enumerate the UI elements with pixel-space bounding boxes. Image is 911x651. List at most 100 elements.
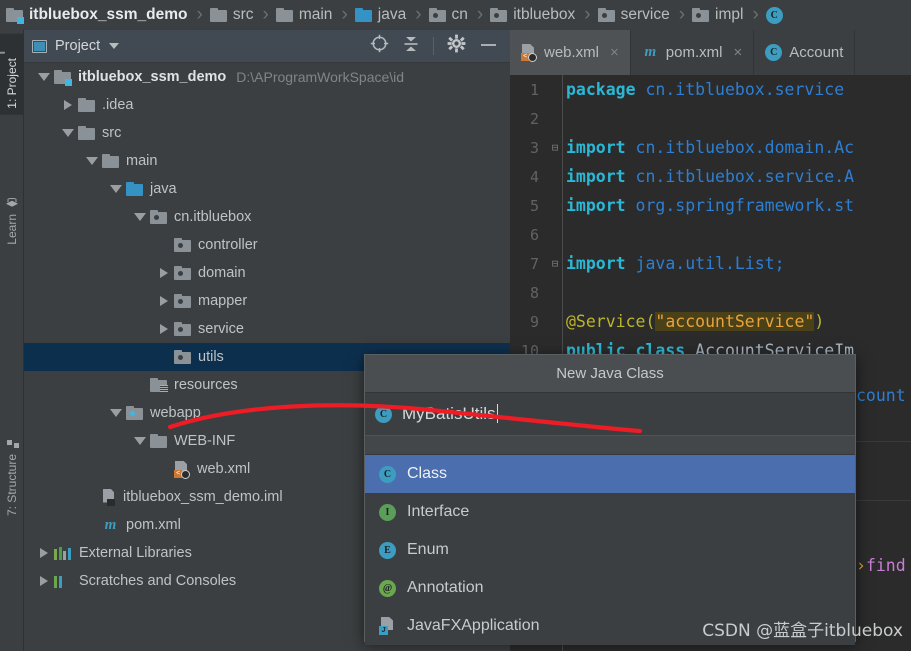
tree-row-icon xyxy=(78,126,95,140)
editor-tab-pom.xml[interactable]: m pom.xml × xyxy=(630,30,755,75)
class-kind-item-enum[interactable]: E Enum xyxy=(365,531,855,569)
code-line: 7 ⊟ import java.util.List; xyxy=(510,249,911,278)
tree-row-icon xyxy=(78,98,95,112)
breadcrumb-item-itbluebox[interactable]: itbluebox xyxy=(490,0,575,30)
rail-button-structure[interactable]: 7: Structure xyxy=(0,430,24,522)
tree-expand-toggle[interactable] xyxy=(58,129,78,137)
rail-button-label: 1: Project xyxy=(5,58,19,109)
chevron-right-icon xyxy=(160,268,168,278)
collapse-all-icon[interactable] xyxy=(402,35,420,58)
folder-resources-icon xyxy=(150,378,168,393)
tree-expand-toggle[interactable] xyxy=(106,185,126,193)
fold-marker[interactable]: ⊟ xyxy=(548,141,562,154)
close-icon[interactable]: × xyxy=(610,44,619,61)
tree-row-icon xyxy=(54,574,72,588)
tree-expand-toggle[interactable] xyxy=(58,100,78,110)
tree-row-label: controller xyxy=(198,237,258,253)
close-icon[interactable]: × xyxy=(733,44,742,61)
folder-package-icon xyxy=(692,8,710,22)
breadcrumb-item-cn[interactable]: cn xyxy=(428,0,468,30)
tree-row-label: webapp xyxy=(150,405,201,421)
code-line: 9 @Service("accountService") xyxy=(510,307,911,336)
chevron-down-icon[interactable] xyxy=(109,43,120,49)
new-java-class-dialog[interactable]: New Java Class C MyBatisUtils C Class I Int… xyxy=(364,354,856,645)
breadcrumb-item-src[interactable]: src xyxy=(209,0,254,30)
editor-tab-account[interactable]: C Account xyxy=(754,30,856,75)
breadcrumb-separator: › xyxy=(584,4,591,25)
tree-expand-toggle[interactable] xyxy=(154,324,174,334)
chevron-down-icon xyxy=(110,409,122,417)
breadcrumb-item-itbluebox_ssm_demo[interactable]: itbluebox_ssm_demo xyxy=(6,0,188,30)
tree-expand-toggle[interactable] xyxy=(34,548,54,558)
code-token: ) xyxy=(814,312,825,331)
breadcrumb-item-class[interactable]: C xyxy=(765,0,783,30)
editor-tab-web.xml[interactable]: < web.xml × xyxy=(510,30,631,75)
breadcrumb-item-java[interactable]: java xyxy=(354,0,406,30)
tree-expand-toggle[interactable] xyxy=(130,437,150,445)
project-panel-title: Project xyxy=(55,38,101,54)
tree-expand-toggle[interactable] xyxy=(82,157,102,165)
tree-expand-toggle[interactable] xyxy=(106,409,126,417)
interface-icon: I xyxy=(379,503,396,521)
tree-expand-toggle[interactable] xyxy=(34,576,54,586)
settings-gear-icon[interactable] xyxy=(447,34,466,58)
folder-icon xyxy=(150,434,167,448)
class-kind-label: Interface xyxy=(407,503,470,520)
code-line: 5 import org.springframework.st xyxy=(510,191,911,220)
class-name-input-row[interactable]: C MyBatisUtils xyxy=(365,393,855,436)
tree-expand-toggle[interactable] xyxy=(154,296,174,306)
class-kind-label: Annotation xyxy=(407,579,484,596)
tree-expand-toggle xyxy=(82,497,102,498)
tree-row-src[interactable]: src xyxy=(24,119,510,147)
breadcrumb-item-service[interactable]: service xyxy=(597,0,670,30)
line-number: 7 xyxy=(529,254,539,273)
folder-icon xyxy=(78,126,95,140)
rail-button-label: 7: Structure xyxy=(5,454,19,517)
code-line: 3 ⊟ import cn.itbluebox.domain.Ac xyxy=(510,133,911,162)
tree-row-path: D:\AProgramWorkSpace\id xyxy=(236,69,405,85)
code-method-text: ›find xyxy=(856,556,906,575)
folder-module-icon xyxy=(54,70,72,86)
minimize-icon[interactable] xyxy=(479,37,498,55)
tree-expand-toggle xyxy=(82,525,102,526)
class-kind-item-annotation[interactable]: @ Annotation xyxy=(365,569,855,607)
chevron-down-icon xyxy=(134,437,146,445)
locate-icon[interactable] xyxy=(370,34,389,58)
code-line: 1 package cn.itbluebox.service xyxy=(510,75,911,104)
rail-button-learn[interactable]: Learn xyxy=(0,190,24,251)
tree-row-itbluebox-ssm-demo[interactable]: itbluebox_ssm_demo D:\AProgramWorkSpace\i… xyxy=(24,63,510,91)
tree-row-cn.itbluebox[interactable]: cn.itbluebox xyxy=(24,203,510,231)
breadcrumb-separator: › xyxy=(678,4,686,25)
tree-row-controller[interactable]: controller xyxy=(24,231,510,259)
tree-expand-toggle[interactable] xyxy=(130,213,150,221)
folder-package-icon xyxy=(597,8,615,22)
line-number: 1 xyxy=(529,80,539,99)
breadcrumb-item-impl[interactable]: impl xyxy=(692,0,743,30)
code-sep-1 xyxy=(856,441,911,442)
tree-row-label: WEB-INF xyxy=(174,433,236,449)
code-token: cn.itbluebox.service xyxy=(645,80,845,99)
tree-expand-toggle[interactable] xyxy=(154,268,174,278)
class-name-input[interactable]: MyBatisUtils xyxy=(402,404,498,424)
breadcrumb-item-main[interactable]: main xyxy=(275,0,333,30)
maven-file-icon: m xyxy=(104,516,117,533)
code-token: import xyxy=(566,138,636,157)
tree-row-service[interactable]: service xyxy=(24,315,510,343)
tree-row-icon xyxy=(150,210,167,224)
class-kind-item-interface[interactable]: I Interface xyxy=(365,493,855,531)
tree-row-mapper[interactable]: mapper xyxy=(24,287,510,315)
class-kind-label: Class xyxy=(407,465,448,482)
class-kind-item-class[interactable]: C Class xyxy=(365,455,855,493)
code-text: import cn.itbluebox.domain.Ac xyxy=(566,138,854,157)
breadcrumb-item-label: main xyxy=(298,6,333,23)
tree-row-domain[interactable]: domain xyxy=(24,259,510,287)
tree-row-java[interactable]: java xyxy=(24,175,510,203)
tree-row-icon xyxy=(174,350,191,364)
tree-row-.idea[interactable]: .idea xyxy=(24,91,510,119)
tree-expand-toggle[interactable] xyxy=(34,73,54,81)
breadcrumb-separator: › xyxy=(341,4,348,25)
fold-marker[interactable]: ⊟ xyxy=(548,257,562,270)
tree-row-label: itbluebox_ssm_demo xyxy=(78,69,227,85)
rail-button-project[interactable]: 1: Project xyxy=(0,34,24,115)
tree-row-main[interactable]: main xyxy=(24,147,510,175)
